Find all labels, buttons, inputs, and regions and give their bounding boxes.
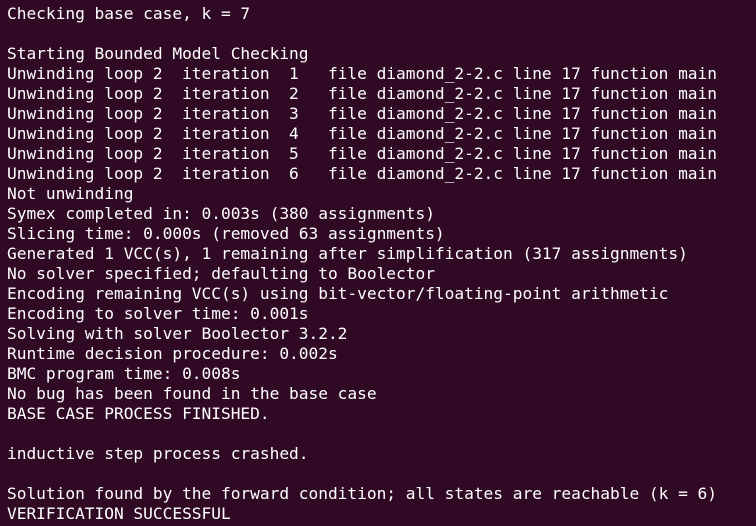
terminal-line: Checking base case, k = 7 (7, 4, 251, 23)
terminal-line: BASE CASE PROCESS FINISHED. (7, 404, 270, 423)
terminal-line: Unwinding loop 2 iteration 3 file diamon… (7, 104, 717, 123)
terminal-line: Symex completed in: 0.003s (380 assignme… (7, 204, 435, 223)
terminal-line: Solving with solver Boolector 3.2.2 (7, 324, 348, 343)
terminal-line: BMC program time: 0.008s (7, 364, 241, 383)
terminal-line: Unwinding loop 2 iteration 5 file diamon… (7, 144, 717, 163)
terminal-line: inductive step process crashed. (7, 444, 309, 463)
terminal-line: Slicing time: 0.000s (removed 63 assignm… (7, 224, 445, 243)
terminal-line: Unwinding loop 2 iteration 4 file diamon… (7, 124, 717, 143)
terminal-line: Encoding to solver time: 0.001s (7, 304, 309, 323)
terminal-line: Generated 1 VCC(s), 1 remaining after si… (7, 244, 688, 263)
terminal-line: Unwinding loop 2 iteration 1 file diamon… (7, 64, 717, 83)
terminal-line: Starting Bounded Model Checking (7, 44, 309, 63)
terminal-line: No solver specified; defaulting to Boole… (7, 264, 435, 283)
terminal-line: VERIFICATION SUCCESSFUL (7, 504, 231, 523)
terminal-line: Unwinding loop 2 iteration 2 file diamon… (7, 84, 717, 103)
terminal-line: Not unwinding (7, 184, 134, 203)
terminal-line: No bug has been found in the base case (7, 384, 377, 403)
terminal-line: Solution found by the forward condition;… (7, 484, 717, 503)
terminal-line: Unwinding loop 2 iteration 6 file diamon… (7, 164, 717, 183)
terminal-line: Encoding remaining VCC(s) using bit-vect… (7, 284, 669, 303)
terminal-output[interactable]: Checking base case, k = 7 Starting Bound… (0, 0, 756, 526)
terminal-line: Runtime decision procedure: 0.002s (7, 344, 338, 363)
